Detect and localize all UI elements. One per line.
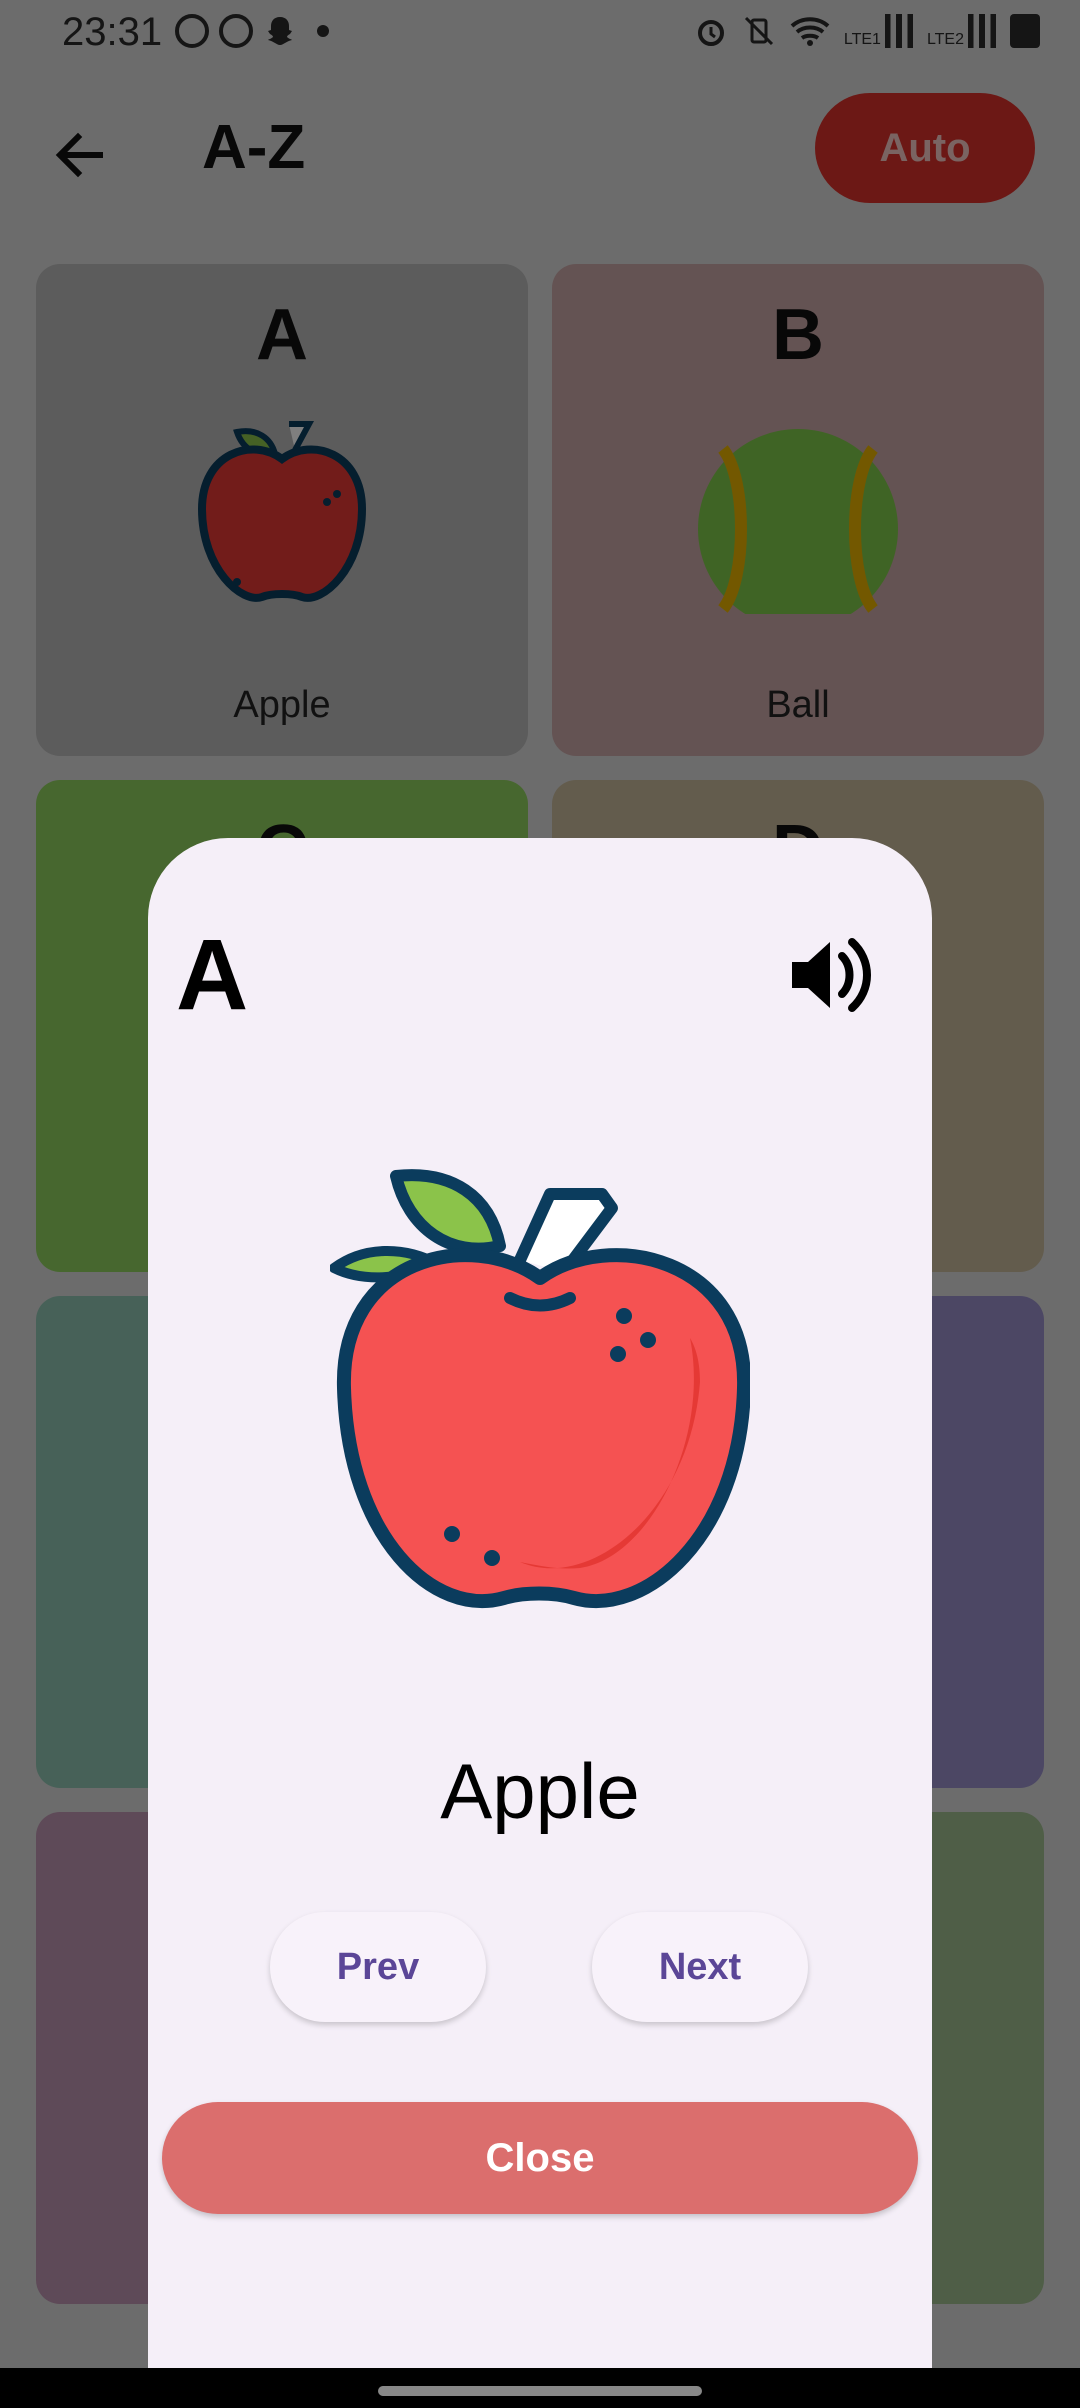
next-button[interactable]: Next [592, 1912, 808, 2022]
apple-icon [330, 1169, 750, 1609]
dialog-word: Apple [440, 1747, 640, 1835]
volume-icon[interactable] [788, 930, 878, 1020]
system-nav-bar [0, 2368, 1080, 2408]
prev-button[interactable]: Prev [270, 1912, 486, 2022]
letter-dialog: A Apple Prev Next Close [148, 838, 932, 2378]
close-button[interactable]: Close [162, 2102, 918, 2214]
dialog-letter: A [176, 919, 249, 1031]
gesture-handle[interactable] [378, 2386, 702, 2396]
